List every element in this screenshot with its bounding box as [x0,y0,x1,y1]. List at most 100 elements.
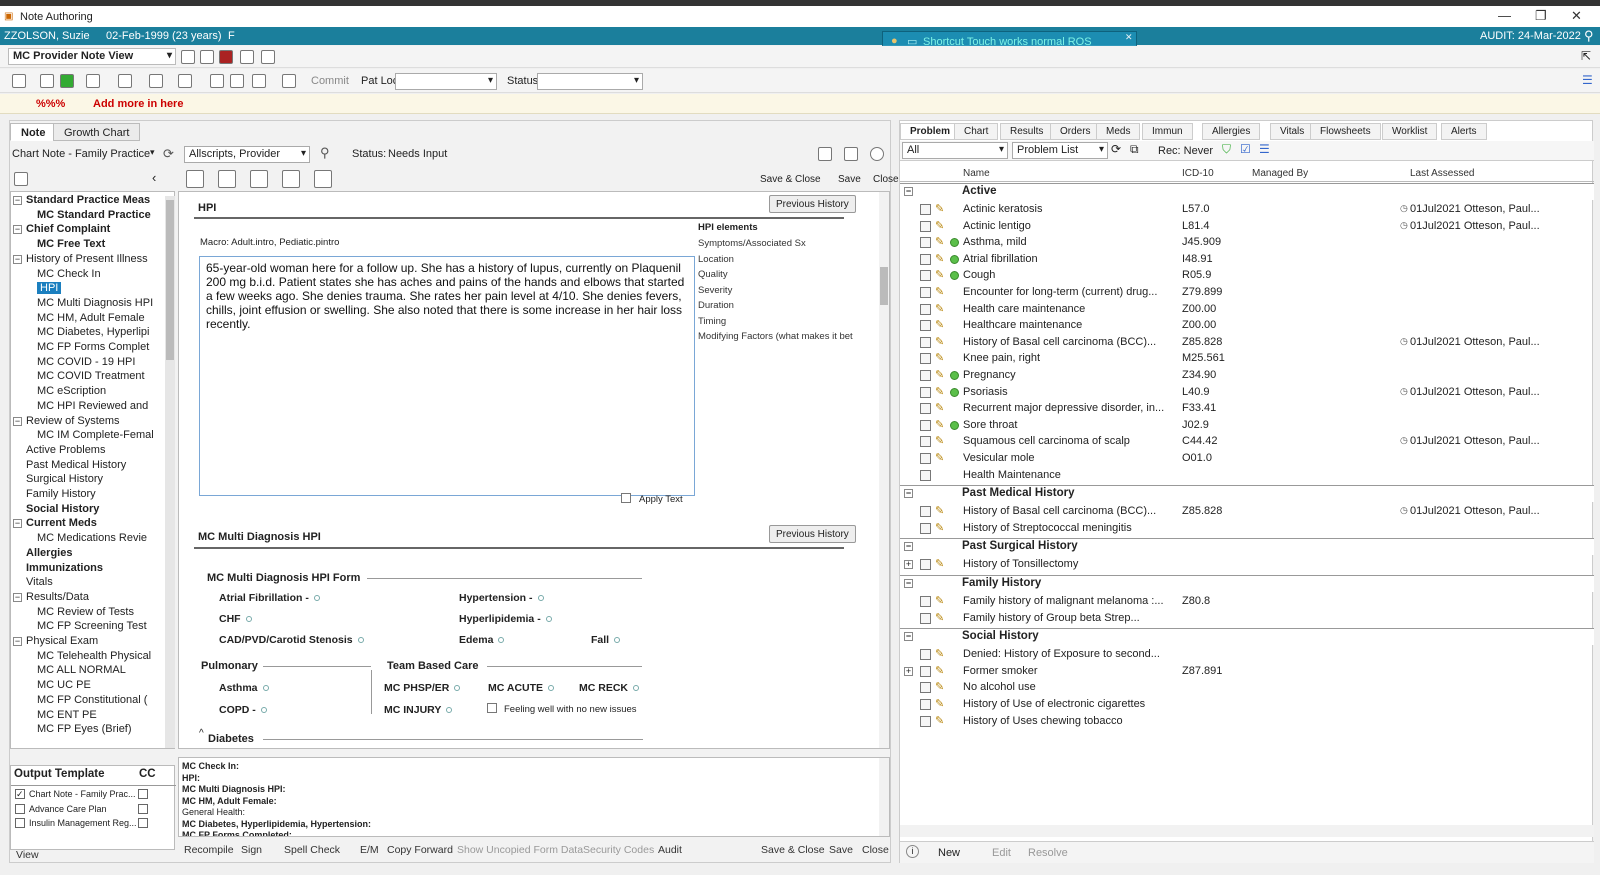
problem-row[interactable]: ✎ History of Streptococcal meningitis [900,520,1594,537]
tree-item[interactable]: MC Free Text [37,238,105,250]
calculator-icon[interactable] [149,74,163,88]
tree-scrollbar[interactable] [165,196,175,748]
asthma-item[interactable]: Asthma [219,682,269,694]
tab-flowsheets[interactable]: Flowsheets [1310,123,1381,140]
note-icon[interactable] [920,715,931,727]
edit-problem-button[interactable]: Edit [992,847,1011,859]
fall-item[interactable]: Fall [591,634,621,646]
attach-icon[interactable] [818,147,832,161]
copd-item[interactable]: COPD - [219,704,267,716]
hld-radio[interactable] [545,616,552,623]
tab-orders[interactable]: Orders [1050,123,1101,140]
tab-meds[interactable]: Meds [1096,123,1141,140]
pencil-icon[interactable]: ✎ [935,697,944,710]
problem-row[interactable]: ✎ History of Basal cell carcinoma (BCC)..… [900,503,1594,520]
save-icon[interactable] [40,74,54,88]
remove-icon[interactable] [314,170,332,188]
restore-icon[interactable]: ❐ [1535,8,1547,24]
refresh-icon[interactable] [181,50,195,64]
tab-alerts[interactable]: Alerts [1441,123,1487,140]
bottom-save-button[interactable]: Save [829,844,853,856]
note-icon[interactable] [920,303,931,315]
tree-item[interactable]: Social History [26,503,99,515]
group-expander-icon[interactable]: − [904,632,913,642]
hpi-element[interactable]: Duration [698,300,734,311]
tree-item[interactable]: Past Medical History [26,459,126,471]
tree-item[interactable]: Physical Exam [26,635,98,647]
refresh-icon[interactable]: ⟳ [163,146,174,162]
editor-scroll-thumb[interactable] [880,267,888,305]
apply-text-checkbox[interactable] [621,493,631,503]
bottom-close-button[interactable]: Close [862,844,889,856]
add-image-icon[interactable] [250,170,268,188]
diabetes-expand-icon[interactable]: ^ [199,728,204,739]
template-cc-icon[interactable] [138,803,148,814]
go-icon[interactable] [282,74,296,88]
check-icon[interactable]: ☑ [1240,142,1251,156]
problem-row[interactable]: ✎ Family history of Group beta Strep... [900,610,1594,627]
note-icon[interactable] [920,253,931,265]
copd-radio[interactable] [260,707,267,714]
r-icon[interactable] [60,74,74,88]
note-icon[interactable] [920,682,931,694]
patloc-select[interactable] [395,73,497,90]
problem-row[interactable]: ✎ Denied: History of Exposure to second..… [900,646,1594,663]
problem-row[interactable]: ✎ Health care maintenance Z00.00 [900,301,1594,318]
reck-item[interactable]: MC RECK [579,682,639,694]
tree-item[interactable]: MC eScription [37,385,106,397]
group-expander-icon[interactable]: − [904,579,913,588]
tree-item[interactable]: Standard Practice Meas [26,194,150,206]
flask-icon[interactable] [178,74,192,88]
view-button[interactable]: View [16,849,39,861]
preview-scrollbar[interactable] [879,758,889,836]
tree-item[interactable]: MC Check In [37,268,101,280]
tree-item[interactable]: MC FP Constitutional ( [37,694,147,706]
tree-item[interactable]: MC Multi Diagnosis HPI [37,297,153,309]
diabetes-label[interactable]: Diabetes [208,733,254,745]
template-dropdown-icon[interactable]: ▾ [150,147,155,158]
pencil-icon[interactable]: ✎ [935,302,944,315]
hld-item[interactable]: Hyperlipidemia - [459,613,552,625]
problem-row[interactable]: ✎ Atrial fibrillation I48.91 [900,251,1594,268]
p-icon[interactable] [118,74,132,88]
problem-group-header[interactable]: − Past Medical History [900,485,1594,503]
chf-item[interactable]: CHF [219,613,252,625]
afib-item[interactable]: Atrial Fibrillation - [219,592,320,604]
tree-item[interactable]: MC Diabetes, Hyperlipi [37,326,149,338]
problem-row[interactable]: ✎ Squamous cell carcinoma of scalp C44.42 ◷… [900,433,1594,450]
grid-icon[interactable] [200,50,214,64]
add-s-icon[interactable] [282,170,300,188]
template-checkbox[interactable]: ✓ [15,789,25,799]
note-icon[interactable] [920,649,931,661]
pencil-icon[interactable]: ✎ [935,714,944,727]
pencil-icon[interactable]: ✎ [935,368,944,381]
pencil-icon[interactable]: ✎ [935,680,944,693]
pencil-icon[interactable]: ✎ [935,335,944,348]
show-uncopied-button[interactable]: Show Uncopied Form Data [457,844,583,856]
tab-allergies[interactable]: Allergies [1202,123,1261,140]
row-expander-icon[interactable]: + [904,560,913,570]
info-icon[interactable]: i [906,845,919,858]
refresh-icon[interactable]: ⟳ [1111,142,1121,156]
htn-radio[interactable] [537,595,544,602]
minimize-icon[interactable]: — [1498,8,1511,23]
pencil-icon[interactable]: ✎ [935,351,944,364]
group-expander-icon[interactable]: − [904,187,913,196]
problem-list-select[interactable]: Problem List [1012,142,1108,159]
tree-item[interactable]: MC ENT PE [37,709,97,721]
afib-radio[interactable] [313,595,320,602]
tree-scroll-thumb[interactable] [166,200,174,360]
security-codes-button[interactable]: Security Codes [583,844,654,856]
tree-item[interactable]: MC COVID - 19 HPI [37,356,135,368]
patient-name[interactable]: ZZOLSON, Suzie [4,30,90,42]
note-icon[interactable] [920,436,931,448]
commit-button[interactable]: Commit [311,75,349,87]
tree-item[interactable]: Chief Complaint [26,223,110,235]
new-note-icon[interactable] [12,74,26,88]
tree-item[interactable]: MC Telehealth Physical [37,650,151,662]
cad-radio[interactable] [357,637,364,644]
status-select[interactable] [537,73,643,90]
hpi-element[interactable]: Severity [698,285,732,296]
note-icon[interactable] [920,287,931,298]
acute-item[interactable]: MC ACUTE [488,682,555,694]
